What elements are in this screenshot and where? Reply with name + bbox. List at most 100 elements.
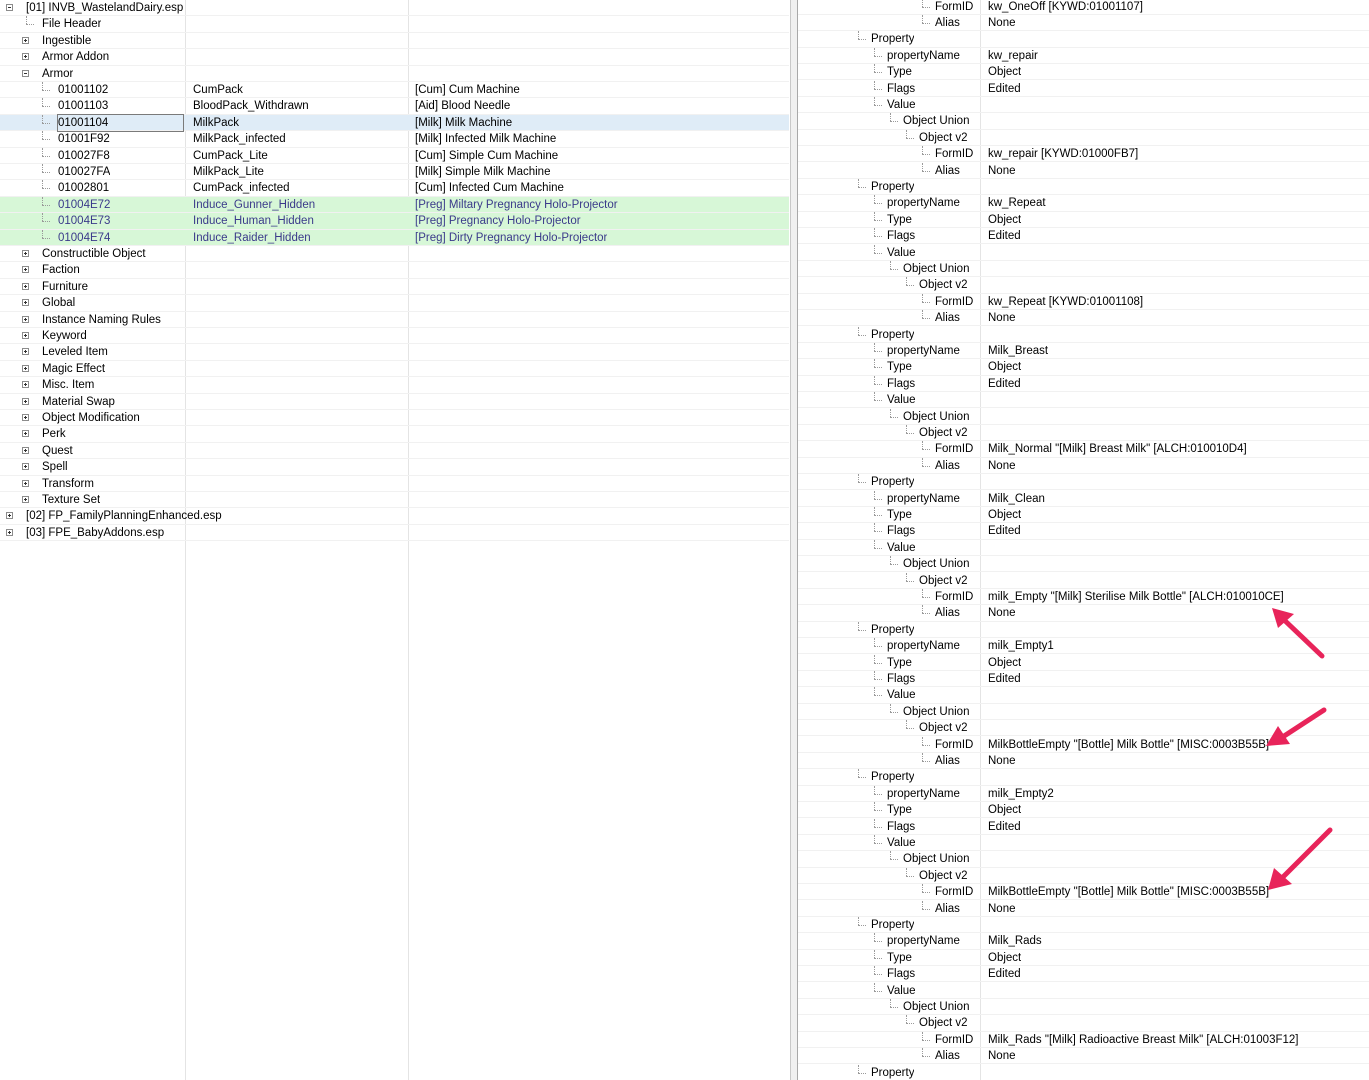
group-node[interactable]: Material Swap <box>0 394 789 410</box>
field-value[interactable]: Object <box>988 507 1021 523</box>
field-value[interactable]: None <box>988 1048 1016 1064</box>
field-row[interactable]: Type Object <box>798 949 1369 967</box>
group-node[interactable]: Ingestible <box>0 33 789 50</box>
field-value[interactable]: kw_Repeat <box>988 195 1046 211</box>
field-row[interactable]: Flags Edited <box>798 670 1369 688</box>
record-row[interactable]: 01004E73 Induce_Human_Hidden [Preg] Pregna… <box>0 213 789 230</box>
plugin-node[interactable]: [02] FP_FamilyPlanningEnhanced.esp <box>0 508 789 525</box>
record-row[interactable]: 01001102 CumPack [Cum] Cum Machine <box>0 82 789 99</box>
field-row[interactable]: FormID kw_OneOff [KYWD:01001107] <box>798 0 1369 15</box>
field-row[interactable]: Flags Edited <box>798 375 1369 393</box>
expand-icon[interactable] <box>22 299 29 307</box>
field-row[interactable]: Alias None <box>798 14 1369 32</box>
record-row[interactable]: 010027F8 CumPack_Lite [Cum] Simple Cum Mac… <box>0 147 789 164</box>
field-value[interactable]: None <box>988 15 1016 31</box>
expand-icon[interactable] <box>22 364 29 372</box>
field-row[interactable]: Alias None <box>798 162 1369 179</box>
field-row[interactable]: Flags Edited <box>798 523 1369 540</box>
field-value[interactable]: Object <box>988 950 1021 966</box>
property-node[interactable]: Property <box>798 474 1369 491</box>
field-row[interactable]: Object Union <box>798 408 1369 425</box>
field-value[interactable]: kw_repair <box>988 48 1038 64</box>
field-value[interactable]: milk_Empty1 <box>988 638 1054 654</box>
field-row[interactable]: Alias None <box>798 752 1369 770</box>
expand-icon[interactable] <box>22 53 29 61</box>
field-row[interactable]: Object v2 <box>798 424 1369 442</box>
field-value[interactable]: Milk_Clean <box>988 491 1045 507</box>
field-value[interactable]: Object <box>988 64 1021 80</box>
record-row[interactable]: 01001103 BloodPack_Withdrawn [Aid] Blood N… <box>0 98 789 115</box>
expand-icon[interactable] <box>22 430 29 438</box>
expand-icon[interactable] <box>22 266 29 274</box>
field-row[interactable]: Object v2 <box>798 277 1369 294</box>
expand-icon[interactable] <box>22 332 29 339</box>
pane-splitter[interactable] <box>791 0 798 1080</box>
record-tree-view[interactable]: [01] INVB_WastelandDairy.esp File Header I… <box>0 0 791 1080</box>
property-node[interactable]: Property <box>798 326 1369 343</box>
field-row[interactable]: Object Union <box>798 556 1369 573</box>
field-row[interactable]: Alias None <box>798 457 1369 475</box>
expand-icon[interactable] <box>22 446 29 454</box>
field-value[interactable]: Edited <box>988 966 1021 982</box>
record-row[interactable]: 010027FA MilkPack_Lite [Milk] Simple Milk … <box>0 164 789 181</box>
group-node[interactable]: Keyword <box>0 328 789 345</box>
expand-icon[interactable] <box>22 250 29 257</box>
field-row[interactable]: Type Object <box>798 359 1369 376</box>
field-row[interactable]: propertyName Milk_Breast <box>798 342 1369 360</box>
expand-icon[interactable] <box>6 512 13 520</box>
group-node[interactable]: Faction <box>0 262 789 279</box>
field-value[interactable]: Edited <box>988 523 1021 539</box>
expand-icon[interactable] <box>22 463 29 471</box>
field-value[interactable]: kw_OneOff [KYWD:01001107] <box>988 0 1143 15</box>
field-value[interactable]: MilkBottleEmpty "[Bottle] Milk Bottle" [… <box>988 737 1269 753</box>
field-value[interactable]: Milk_Normal "[Milk] Breast Milk" [ALCH:0… <box>988 441 1247 457</box>
field-value[interactable]: Edited <box>988 376 1021 392</box>
group-node[interactable]: Texture Set <box>0 492 789 509</box>
expand-icon[interactable] <box>22 381 29 389</box>
field-value[interactable]: None <box>988 901 1016 917</box>
property-node[interactable]: Property <box>798 769 1369 786</box>
property-node[interactable]: Property <box>798 916 1369 934</box>
field-row[interactable]: FormID Milk_Normal "[Milk] Breast Milk" [… <box>798 441 1369 458</box>
field-row[interactable]: Alias None <box>798 1048 1369 1065</box>
field-row[interactable]: Type Object <box>798 506 1369 524</box>
field-value[interactable]: Object <box>988 212 1021 228</box>
group-node[interactable]: Constructible Object <box>0 246 789 263</box>
field-row[interactable]: Value <box>798 687 1369 704</box>
field-value[interactable]: milk_Empty "[Milk] Sterilise Milk Bottle… <box>988 589 1284 605</box>
group-node[interactable]: Transform <box>0 476 789 492</box>
field-value[interactable]: None <box>988 458 1016 474</box>
field-row[interactable]: propertyName Milk_Rads <box>798 933 1369 950</box>
field-row[interactable]: Flags Edited <box>798 228 1369 245</box>
field-row[interactable]: Value <box>798 244 1369 261</box>
field-row[interactable]: FormID Milk_Rads "[Milk] Radioactive Brea… <box>798 1031 1369 1049</box>
field-value[interactable]: Object <box>988 359 1021 375</box>
expand-icon[interactable] <box>22 479 29 487</box>
property-node[interactable]: Property <box>798 178 1369 196</box>
field-value[interactable]: milk_Empty2 <box>988 786 1054 802</box>
field-row[interactable]: Object Union <box>798 260 1369 278</box>
record-row[interactable]: 01004E74 Induce_Raider_Hidden [Preg] Dirty… <box>0 229 789 246</box>
field-value[interactable]: MilkBottleEmpty "[Bottle] Milk Bottle" [… <box>988 884 1269 900</box>
expand-icon[interactable] <box>22 36 29 44</box>
record-row[interactable]: 01001F92 MilkPack_infected [Milk] Infected… <box>0 131 789 148</box>
field-value[interactable]: Object <box>988 655 1021 671</box>
expand-icon[interactable] <box>22 315 29 323</box>
plugin-node[interactable]: [01] INVB_WastelandDairy.esp <box>0 0 789 17</box>
group-node[interactable]: Spell <box>0 459 789 476</box>
field-value[interactable]: Edited <box>988 819 1021 835</box>
group-node[interactable]: Instance Naming Rules <box>0 312 789 328</box>
record-row[interactable]: 01004E72 Induce_Gunner_Hidden [Preg] Milta… <box>0 196 789 214</box>
field-row[interactable]: Type Object <box>798 211 1369 229</box>
group-node[interactable]: Magic Effect <box>0 361 789 378</box>
field-row[interactable]: Object v2 <box>798 1015 1369 1032</box>
field-value[interactable]: Edited <box>988 671 1021 687</box>
group-node[interactable]: Armor Addon <box>0 49 789 66</box>
field-value[interactable]: None <box>988 605 1016 621</box>
field-value[interactable]: Edited <box>988 81 1021 97</box>
field-row[interactable]: Alias None <box>798 900 1369 917</box>
field-row[interactable]: FormID kw_repair [KYWD:01000FB7] <box>798 146 1369 163</box>
expand-icon[interactable] <box>22 414 29 421</box>
field-row[interactable]: Value <box>798 539 1369 557</box>
property-node[interactable]: Property <box>798 31 1369 48</box>
